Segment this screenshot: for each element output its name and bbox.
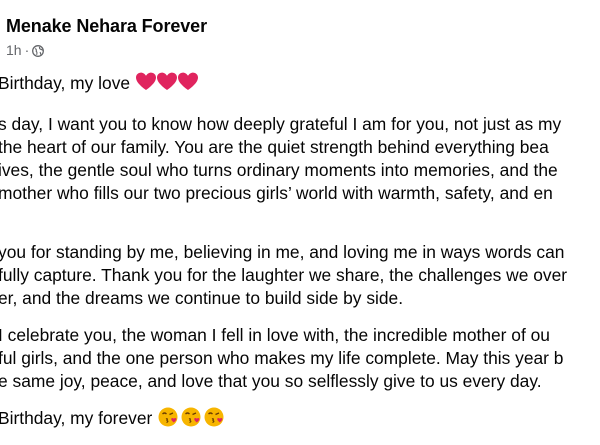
greeting-line: Birthday, my love	[0, 72, 600, 95]
meta-separator: ·	[24, 42, 30, 58]
paragraph-line: fully capture. Thank you for the laughte…	[0, 265, 568, 285]
closing-line: Birthday, my forever	[0, 406, 600, 429]
paragraph-line: the heart of our family. You are the qui…	[0, 137, 549, 157]
post-body: Birthday, my love s day, I want you to k…	[0, 72, 600, 429]
globe-icon[interactable]	[32, 44, 45, 57]
paragraph-1: s day, I want you to know how deeply gra…	[0, 113, 600, 205]
paragraph-line: er, and the dreams we continue to build …	[0, 288, 404, 308]
paragraph-line: mother who fills our two precious girls’…	[0, 183, 553, 203]
paragraph-line: s day, I want you to know how deeply gra…	[0, 114, 562, 134]
paragraph-3: I celebrate you, the woman I fell in lov…	[0, 324, 600, 393]
paragraph-line: I celebrate you, the woman I fell in lov…	[0, 325, 550, 345]
post-header: Menake Nehara Forever 1h ·	[0, 0, 600, 64]
post-timestamp[interactable]: 1h	[6, 42, 22, 58]
paragraph-line: you for standing by me, believing in me,…	[0, 242, 565, 262]
paragraph-line: e same joy, peace, and love that you so …	[0, 371, 542, 391]
paragraph-line: ives, the gentle soul who turns ordinary…	[0, 160, 558, 180]
paragraph-2: you for standing by me, believing in me,…	[0, 241, 600, 310]
closing-text: Birthday, my forever	[0, 408, 153, 428]
author-name[interactable]: Menake Nehara Forever	[6, 16, 207, 37]
post-meta: 1h ·	[6, 42, 45, 58]
kiss-face-icon	[158, 406, 224, 433]
heart-icon	[135, 72, 198, 98]
greeting-text: Birthday, my love	[0, 73, 131, 93]
paragraph-line: ful girls, and the one person who makes …	[0, 348, 564, 368]
